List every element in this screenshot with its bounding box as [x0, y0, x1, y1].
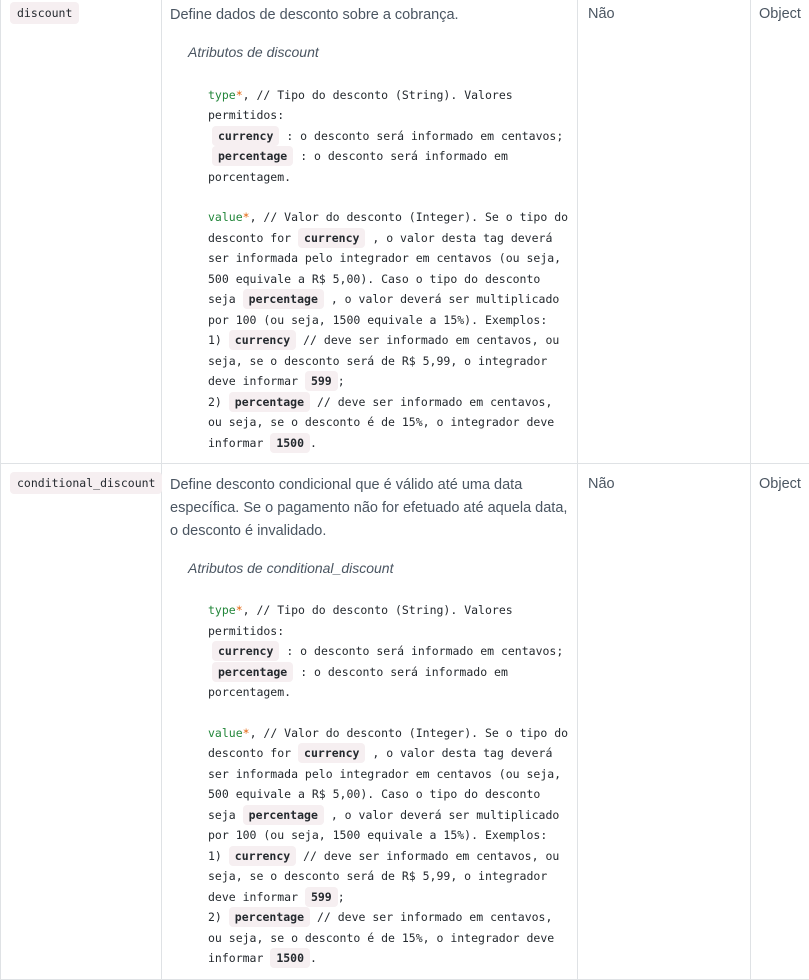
code-line-value: value*, // Valor do desconto (Integer). … — [208, 723, 571, 846]
type-value: Object — [759, 6, 801, 22]
parameter-type-cell: Object — [751, 0, 809, 464]
table-row: conditional_discount Define desconto con… — [1, 464, 809, 980]
code-type-comment: , // Tipo do desconto (String). Valores … — [208, 603, 513, 638]
code-line-example-2: 2) percentage // deve ser informado em c… — [208, 392, 571, 454]
parameter-description-cell: Define desconto condicional que é válido… — [162, 464, 578, 980]
attributes-heading: Atributos de conditional_discount — [188, 559, 571, 579]
code-token-required-star: * — [243, 726, 250, 740]
parameter-name-cell: conditional_discount — [1, 464, 162, 980]
table-row: discount Define dados de desconto sobre … — [1, 0, 809, 464]
code-chip-percentage: percentage — [229, 907, 310, 927]
type-value: Object — [759, 476, 801, 492]
code-chip-percentage: percentage — [229, 392, 310, 412]
code-line-percentage: percentage : o desconto será informado e… — [208, 662, 571, 703]
code-chip-percentage: percentage — [243, 805, 324, 825]
attributes-heading: Atributos de discount — [188, 43, 571, 63]
code-line-example-1: 1) currency // deve ser informado em cen… — [208, 846, 571, 908]
code-example-number: 1) — [208, 333, 222, 347]
code-line-type: type*, // Tipo do desconto (String). Val… — [208, 600, 571, 641]
code-token-value: value — [208, 726, 243, 740]
code-line-type: type*, // Tipo do desconto (String). Val… — [208, 85, 571, 126]
code-blank-line — [208, 187, 571, 207]
code-example-tail: ; — [338, 374, 345, 388]
code-block: type*, // Tipo do desconto (String). Val… — [208, 85, 571, 454]
code-chip-value: 1500 — [270, 948, 310, 968]
code-chip-currency: currency — [229, 330, 296, 350]
code-line-value: value*, // Valor do desconto (Integer). … — [208, 207, 571, 330]
code-example-tail: . — [310, 951, 317, 965]
code-token-type: type — [208, 88, 236, 102]
code-example-number: 1) — [208, 849, 222, 863]
code-chip-percentage: percentage — [212, 146, 293, 166]
code-example-number: 2) — [208, 395, 222, 409]
code-currency-desc: : o desconto será informado em centavos; — [286, 129, 563, 143]
code-token-type: type — [208, 603, 236, 617]
required-value: Não — [588, 6, 615, 22]
code-chip-currency: currency — [298, 743, 365, 763]
code-chip-value: 599 — [305, 371, 338, 391]
code-chip-value: 599 — [305, 887, 338, 907]
code-token-value: value — [208, 210, 243, 224]
code-type-comment: , // Tipo do desconto (String). Valores … — [208, 88, 513, 123]
parameter-description-cell: Define dados de desconto sobre a cobranç… — [162, 0, 578, 464]
code-chip-currency: currency — [212, 641, 279, 661]
code-line-currency: currency : o desconto será informado em … — [208, 641, 571, 662]
code-line-currency: currency : o desconto será informado em … — [208, 126, 571, 147]
code-chip-currency: currency — [229, 846, 296, 866]
code-blank-line — [208, 703, 571, 723]
code-token-required-star: * — [236, 603, 243, 617]
description-text: Define dados de desconto sobre a cobranç… — [170, 4, 571, 27]
required-value: Não — [588, 476, 615, 492]
code-token-required-star: * — [236, 88, 243, 102]
parameter-name-chip: discount — [10, 2, 79, 24]
code-example-tail: ; — [338, 890, 345, 904]
code-token-required-star: * — [243, 210, 250, 224]
code-chip-currency: currency — [212, 126, 279, 146]
code-chip-currency: currency — [298, 228, 365, 248]
parameter-required-cell: Não — [578, 0, 751, 464]
code-chip-percentage: percentage — [243, 289, 324, 309]
parameter-name-cell: discount — [1, 0, 162, 464]
parameter-required-cell: Não — [578, 464, 751, 980]
parameter-type-cell: Object — [751, 464, 809, 980]
code-example-number: 2) — [208, 910, 222, 924]
code-line-percentage: percentage : o desconto será informado e… — [208, 146, 571, 187]
code-chip-percentage: percentage — [212, 662, 293, 682]
code-currency-desc: : o desconto será informado em centavos; — [286, 644, 563, 658]
description-text: Define desconto condicional que é válido… — [170, 474, 571, 543]
api-parameters-table: discount Define dados de desconto sobre … — [0, 0, 809, 980]
code-line-example-2: 2) percentage // deve ser informado em c… — [208, 907, 571, 969]
code-line-example-1: 1) currency // deve ser informado em cen… — [208, 330, 571, 392]
code-example-tail: . — [310, 436, 317, 450]
parameter-name-chip: conditional_discount — [10, 472, 162, 494]
code-block: type*, // Tipo do desconto (String). Val… — [208, 600, 571, 969]
code-chip-value: 1500 — [270, 433, 310, 453]
